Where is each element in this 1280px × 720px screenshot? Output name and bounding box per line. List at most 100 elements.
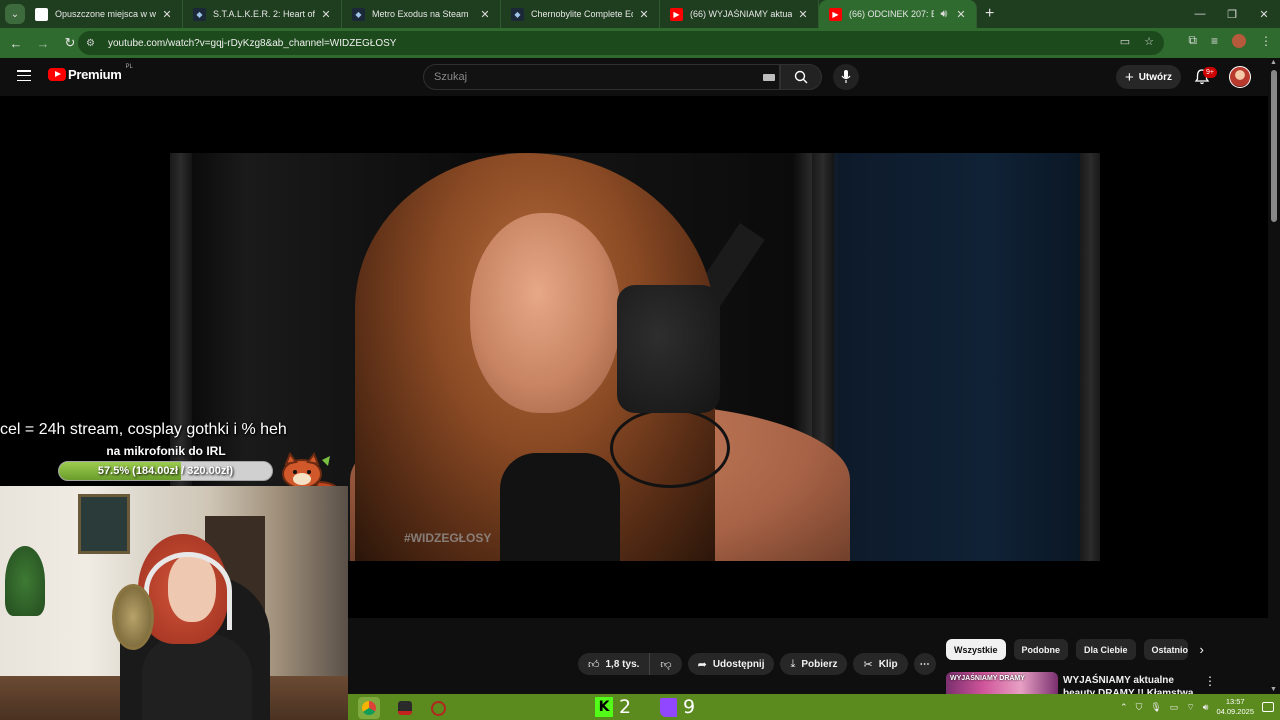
shield-icon[interactable]: ⛉	[1136, 702, 1143, 713]
browser-menu-icon[interactable]: ⋮	[1260, 34, 1272, 48]
chrome-taskbar-icon[interactable]	[358, 697, 380, 719]
search-button[interactable]	[780, 64, 822, 90]
share-label: Udostępnij	[712, 658, 765, 670]
clock-time: 13:57	[1225, 697, 1245, 706]
site-info-icon[interactable]: ⚙	[86, 38, 102, 49]
kick-logo-icon: K	[595, 697, 613, 717]
tab-search-button[interactable]: ⌄	[5, 4, 25, 24]
forward-arrow-icon[interactable]: →	[31, 31, 55, 55]
tab-title: S.T.A.L.K.E.R. 2: Heart of Chornobyl	[213, 9, 315, 19]
guest-top	[500, 453, 620, 561]
account-avatar[interactable]	[1229, 66, 1251, 88]
microphone-tray-icon[interactable]: 🎙︎	[1150, 702, 1161, 713]
new-tab-button[interactable]: +	[985, 5, 994, 23]
back-arrow-icon[interactable]: ←	[4, 31, 28, 55]
scroll-up-icon[interactable]: ▲	[1270, 59, 1277, 66]
close-tab-icon[interactable]: ✕	[637, 8, 651, 21]
speaker-icon[interactable]: 🔊︎	[938, 8, 950, 21]
address-bar[interactable]: ⚙ youtube.com/watch?v=gqj-rDyKzg8&ab_cha…	[78, 31, 1164, 55]
hand-mirror	[112, 584, 154, 650]
download-button[interactable]: ⤓ Pobierz	[780, 653, 848, 675]
scissors-icon: ✂	[863, 658, 873, 671]
search-box	[423, 64, 780, 90]
twitch-logo-icon	[660, 697, 677, 717]
network-icon[interactable]: ▭	[1170, 702, 1179, 713]
like-dislike-group: 👍︎ 1,8 tys. 👎︎	[578, 653, 682, 675]
restore-icon[interactable]: ❐	[1216, 0, 1248, 28]
bookmark-star-icon[interactable]: ☆	[1144, 35, 1154, 48]
volume-icon[interactable]: 🔊︎	[1203, 702, 1209, 713]
browser-tab[interactable]: ▶ (66) WYJAŚNIAMY aktualne beauty ✕	[660, 0, 819, 28]
studio-pillar	[1080, 153, 1100, 561]
more-vertical-icon[interactable]: ⋮	[1204, 674, 1216, 688]
reading-list-icon[interactable]: ≡	[1211, 34, 1218, 48]
guest-face	[470, 213, 620, 413]
browser-tab[interactable]: ◆ S.T.A.L.K.E.R. 2: Heart of Chornobyl ✕	[183, 0, 342, 28]
stream-goal-text: cel = 24h stream, cosplay gothki i % heh	[0, 421, 287, 438]
browser-tab[interactable]: ◆ Metro Exodus na Steam ✕	[342, 0, 501, 28]
clock-date: 04.09.2025	[1216, 707, 1254, 716]
close-tab-icon[interactable]: ✕	[954, 8, 968, 21]
app-taskbar-icon[interactable]	[394, 697, 416, 719]
minimize-icon[interactable]: —	[1184, 0, 1216, 28]
youtube-play-logo-icon	[48, 68, 66, 81]
browser-tab[interactable]: Opuszczone miejsca w województwie ✕	[25, 0, 183, 28]
create-button[interactable]: + Utwórz	[1116, 65, 1181, 89]
url-text: youtube.com/watch?v=gqj-rDyKzg8&ab_chann…	[108, 37, 397, 49]
browser-tab-active[interactable]: ▶ (66) ODCINEK 207: BEATA JI 🔊︎ ✕	[819, 0, 977, 28]
wall-picture	[78, 494, 130, 554]
thumbs-down-icon: 👎︎	[660, 658, 672, 671]
twitch-viewer-counter: 9	[660, 694, 695, 720]
wifi-icon[interactable]: ⌔	[1186, 702, 1194, 713]
chip-for-you[interactable]: Dla Ciebie	[1076, 639, 1136, 660]
chevron-up-icon[interactable]: ⌃	[1120, 702, 1128, 713]
scrollbar-thumb[interactable]	[1271, 70, 1277, 222]
country-code: PL	[125, 63, 133, 70]
notification-center-icon[interactable]	[1262, 702, 1274, 712]
chip-recent[interactable]: Ostatnio	[1143, 639, 1188, 660]
system-tray: ⌃ ⛉ 🎙︎ ▭ ⌔ 🔊︎ 13:57 04.09.2025	[1120, 694, 1274, 720]
navigation-bar: ← → ↻ ⚙ youtube.com/watch?v=gqj-rDyKzg8&…	[0, 28, 1280, 58]
donation-progress-bar: 57.5% (184.00zł / 320.00zł)	[58, 461, 273, 481]
scroll-down-icon[interactable]: ▼	[1270, 686, 1277, 693]
tab-title: Metro Exodus na Steam	[372, 9, 469, 19]
headphones	[144, 552, 232, 630]
window-controls: — ❐ ✕	[1184, 0, 1280, 28]
thumbnail-text: WYJAŚNIAMY DRAMY	[950, 675, 1025, 682]
profile-avatar[interactable]	[1232, 33, 1246, 48]
youtube-premium-logo[interactable]: Premium PL	[48, 63, 133, 82]
twitch-viewer-count: 9	[683, 696, 696, 718]
dislike-button[interactable]: 👎︎	[650, 653, 682, 675]
close-tab-icon[interactable]: ✕	[796, 8, 810, 21]
clip-button[interactable]: ✂ Klip	[853, 653, 908, 675]
thumbs-up-icon: 👍︎	[588, 658, 600, 671]
close-tab-icon[interactable]: ✕	[319, 8, 333, 21]
keyboard-icon[interactable]	[763, 74, 775, 81]
search-icon	[794, 70, 808, 84]
search-input[interactable]	[424, 65, 724, 89]
share-button[interactable]: ➦ Udostępnij	[687, 653, 775, 675]
chevron-right-icon[interactable]: ›	[1200, 642, 1204, 657]
extensions-icon[interactable]: ⧉	[1188, 33, 1197, 48]
close-window-icon[interactable]: ✕	[1248, 0, 1280, 28]
voice-search-button[interactable]	[833, 64, 859, 90]
chip-related[interactable]: Podobne	[1013, 639, 1069, 660]
clip-label: Klip	[878, 658, 898, 670]
steam-icon: ◆	[511, 7, 524, 21]
hamburger-menu-icon[interactable]	[17, 70, 31, 81]
document-icon	[35, 7, 48, 21]
cast-icon[interactable]: ▭	[1120, 35, 1130, 48]
close-tab-icon[interactable]: ✕	[160, 8, 174, 21]
like-button[interactable]: 👍︎ 1,8 tys.	[578, 653, 651, 675]
close-tab-icon[interactable]: ✕	[478, 8, 492, 21]
plus-icon: +	[1124, 68, 1134, 86]
studio-microphone	[617, 285, 720, 413]
obs-taskbar-icon[interactable]	[427, 697, 449, 719]
browser-tab[interactable]: ◆ Chernobylite Complete Edition ✕	[501, 0, 660, 28]
logo-text: Premium	[68, 67, 122, 82]
clock[interactable]: 13:57 04.09.2025	[1216, 697, 1254, 717]
more-actions-button[interactable]: ⋯	[913, 653, 936, 675]
mic-shock-mount	[610, 408, 730, 488]
chip-all[interactable]: Wszystkie	[946, 639, 1006, 660]
page-scrollbar[interactable]: ▲ ▼	[1268, 58, 1280, 694]
